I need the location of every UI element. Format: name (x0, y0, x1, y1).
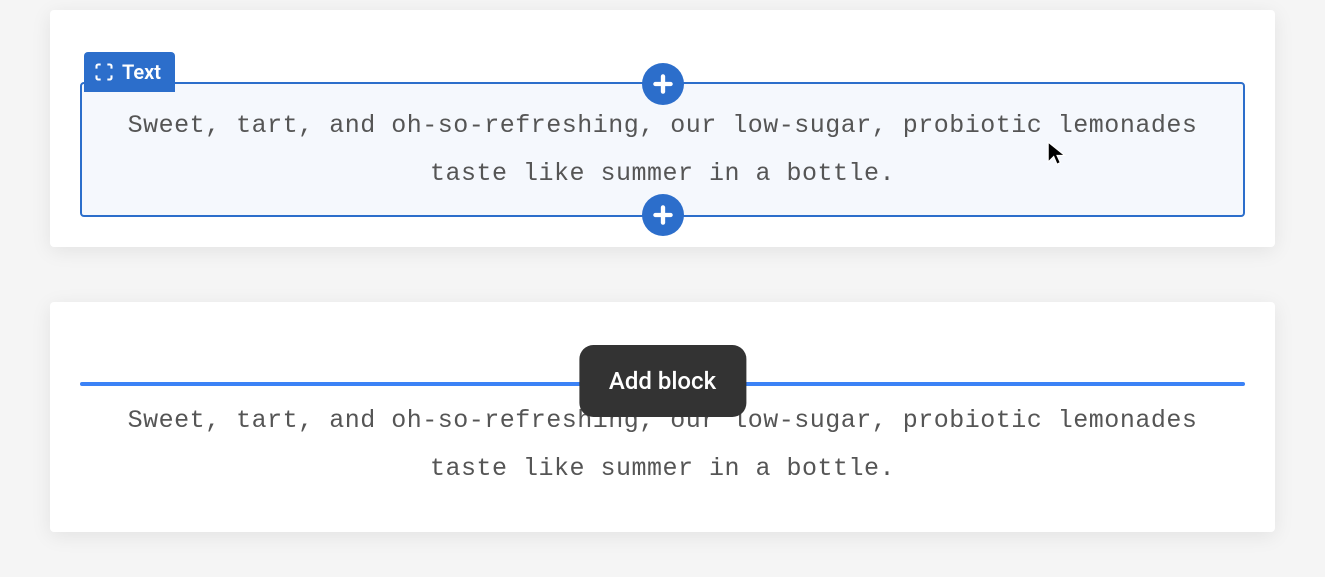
text-block-content: Sweet, tart, and oh-so-refreshing, our l… (128, 111, 1198, 188)
add-block-tooltip[interactable]: Add block (579, 345, 746, 417)
selection-icon (94, 62, 114, 82)
mask (440, 312, 890, 344)
tooltip-text: Add block (609, 367, 716, 395)
text-block-selected[interactable]: Sweet, tart, and oh-so-refreshing, our l… (80, 82, 1245, 217)
add-block-above-button[interactable] (642, 63, 684, 105)
cursor-icon (1046, 136, 1068, 162)
editor-card-selected: Text Sweet, tart, and oh-so-refreshing, … (50, 10, 1275, 247)
text-block-content: Sweet, tart, and oh-so-refreshing, our l… (128, 406, 1198, 483)
mask (440, 20, 935, 52)
editor-card-hover: Add block Sweet, tart, and oh-so-refresh… (50, 302, 1275, 532)
add-block-below-button[interactable] (642, 194, 684, 236)
block-type-label[interactable]: Text (84, 52, 175, 92)
block-type-text: Text (122, 60, 161, 84)
mask (865, 320, 935, 340)
